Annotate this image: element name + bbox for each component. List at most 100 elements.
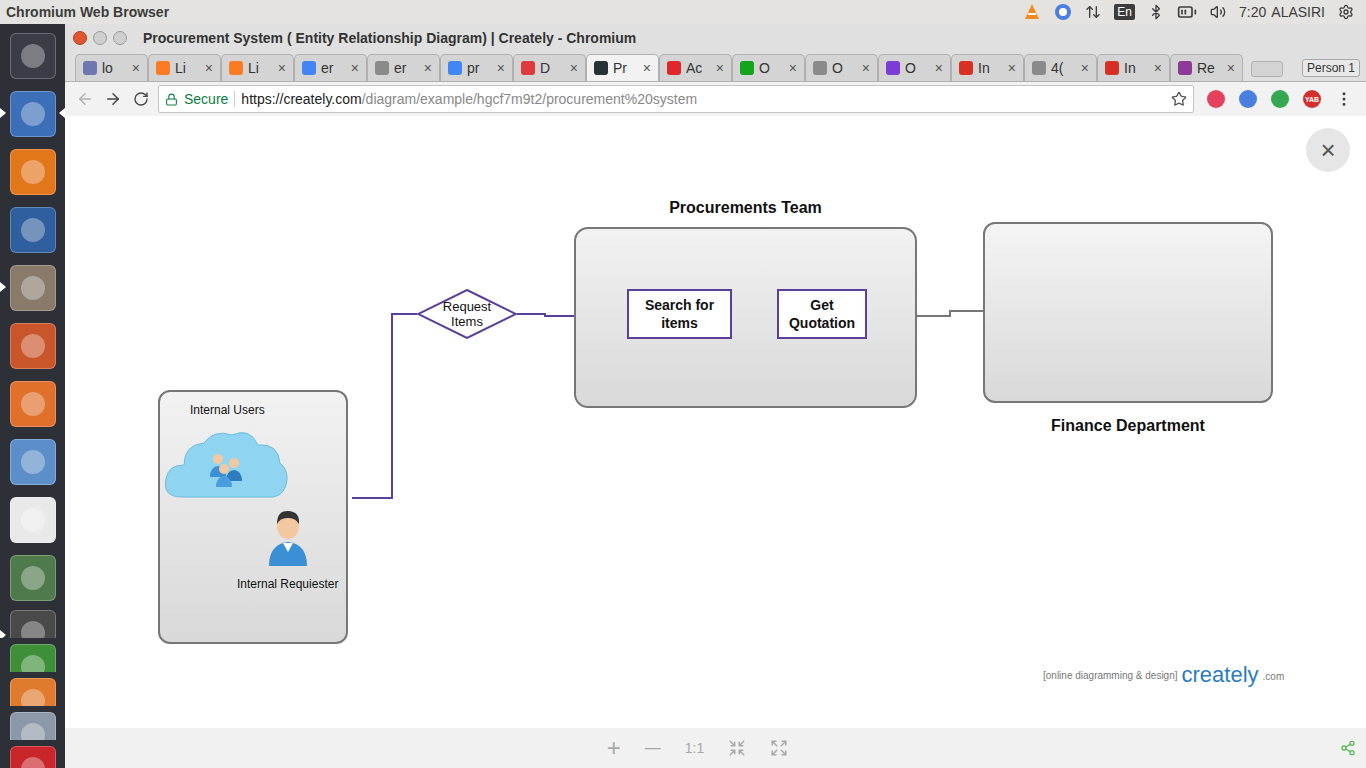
browser-tab[interactable]: er × [367, 54, 440, 81]
browser-tab[interactable]: In× [1097, 54, 1170, 81]
browser-tab[interactable]: Li× [221, 54, 294, 81]
vlc-icon[interactable] [1023, 3, 1041, 21]
app-icon [10, 381, 56, 427]
tab-close[interactable]: × [789, 61, 797, 75]
app-icon [10, 712, 56, 740]
browser-tab[interactable]: D× [513, 54, 586, 81]
reload-button[interactable] [127, 91, 155, 107]
finance-container[interactable] [983, 222, 1273, 403]
browser-tab[interactable]: er× [294, 54, 367, 81]
browser-tab[interactable]: Pr× [586, 54, 659, 81]
internal-users-container[interactable] [158, 390, 348, 644]
creately-watermark: [online diagramming & design]creately.co… [1043, 664, 1284, 686]
extension-icon[interactable] [1271, 90, 1289, 108]
tab-close[interactable]: × [278, 61, 286, 75]
launcher-item[interactable] [0, 644, 65, 672]
browser-tab[interactable]: O× [805, 54, 878, 81]
tab-close[interactable]: × [424, 61, 432, 75]
tab-close[interactable]: × [570, 61, 578, 75]
zoom-out-button[interactable]: — [645, 740, 661, 756]
tab-close[interactable]: × [862, 61, 870, 75]
profile-button[interactable]: Person 1 [1302, 59, 1360, 77]
bookmark-star-icon[interactable] [1171, 91, 1187, 107]
favicon-icon [813, 61, 827, 75]
app-icon [10, 265, 56, 311]
launcher-item[interactable] [0, 320, 65, 372]
browser-tab[interactable]: Re× [1170, 54, 1243, 81]
launcher-item[interactable] [0, 552, 65, 604]
favicon-icon [667, 61, 681, 75]
fullscreen-icon[interactable] [770, 739, 788, 757]
browser-tab[interactable]: In× [951, 54, 1024, 81]
system-gear-icon[interactable] [1338, 4, 1354, 20]
browser-tab[interactable]: Li× [148, 54, 221, 81]
omnibox[interactable]: Securehttps://creately.com/diagram/examp… [158, 85, 1194, 113]
launcher-item[interactable] [0, 712, 65, 740]
process-step[interactable]: Search for items [627, 289, 732, 339]
tab-close[interactable]: × [935, 61, 943, 75]
forward-button[interactable] [99, 90, 127, 108]
keyboard-indicator[interactable]: En [1114, 4, 1135, 20]
launcher-item[interactable] [0, 678, 65, 706]
launcher-item[interactable] [0, 378, 65, 430]
launcher-item[interactable] [0, 494, 65, 546]
app-icon [10, 439, 56, 485]
tab-label: er [394, 58, 419, 79]
tab-close[interactable]: × [1008, 61, 1016, 75]
launcher-item[interactable] [0, 610, 65, 638]
menu-icon[interactable] [1335, 90, 1353, 108]
close-window-button[interactable] [73, 31, 87, 45]
tab-label: D [540, 58, 565, 79]
share-icon[interactable] [1340, 740, 1356, 756]
top-panel: Chromium Web BrowserEn7:20ALASIRI [0, 0, 1366, 24]
browser-tab[interactable]: Ac× [659, 54, 732, 81]
tab-close[interactable]: × [132, 61, 140, 75]
maximize-window-button[interactable] [113, 31, 127, 45]
zoom-in-button[interactable]: + [607, 736, 621, 760]
browser-tab[interactable]: 4( × [1024, 54, 1097, 81]
bluetooth-icon[interactable] [1148, 4, 1164, 20]
tab-label: 4( [1051, 58, 1076, 79]
network-icon[interactable] [1085, 4, 1101, 20]
volume-icon[interactable] [1210, 4, 1226, 20]
launcher-item[interactable] [0, 436, 65, 488]
launcher-item[interactable] [0, 746, 65, 768]
tab-close[interactable]: × [351, 61, 359, 75]
tab-close[interactable]: × [1081, 61, 1089, 75]
extension-icon[interactable]: YAB [1303, 90, 1321, 108]
battery-icon[interactable] [1177, 2, 1197, 22]
launcher-item[interactable] [0, 146, 65, 198]
browser-tab[interactable]: O× [732, 54, 805, 81]
tab-close[interactable]: × [1227, 61, 1235, 75]
browser-tab[interactable]: lo× [75, 54, 148, 81]
new-tab-button[interactable] [1251, 61, 1283, 77]
browser-tab[interactable]: pr× [440, 54, 513, 81]
chromium-tray-icon[interactable] [1054, 3, 1072, 21]
tab-close[interactable]: × [205, 61, 213, 75]
actual-size-button[interactable]: 1:1 [685, 741, 704, 755]
tab-close[interactable]: × [716, 61, 724, 75]
minimize-window-button[interactable] [93, 31, 107, 45]
favicon-icon [375, 61, 389, 75]
running-marker [0, 630, 6, 638]
clock[interactable]: 7:20ALASIRI [1239, 2, 1325, 23]
launcher-item[interactable] [0, 88, 65, 140]
browser-tab[interactable]: O× [878, 54, 951, 81]
tab-close[interactable]: × [643, 61, 651, 75]
extension-icon[interactable] [1207, 90, 1225, 108]
process-step[interactable]: Get Quotation [777, 289, 867, 339]
tab-close[interactable]: × [1154, 61, 1162, 75]
back-button[interactable] [71, 90, 99, 108]
running-marker [0, 282, 6, 292]
relationship-diamond[interactable]: Request Items [417, 289, 517, 339]
fit-icon[interactable] [728, 739, 746, 757]
user-group-cloud-icon [162, 425, 290, 505]
favicon-icon [1032, 61, 1046, 75]
launcher-item[interactable] [0, 262, 65, 314]
launcher-item[interactable] [0, 204, 65, 256]
launcher-item[interactable] [0, 30, 65, 82]
close-diagram-button[interactable]: × [1306, 128, 1350, 172]
favicon-icon [229, 61, 243, 75]
extension-icon[interactable] [1239, 90, 1257, 108]
tab-close[interactable]: × [497, 61, 505, 75]
